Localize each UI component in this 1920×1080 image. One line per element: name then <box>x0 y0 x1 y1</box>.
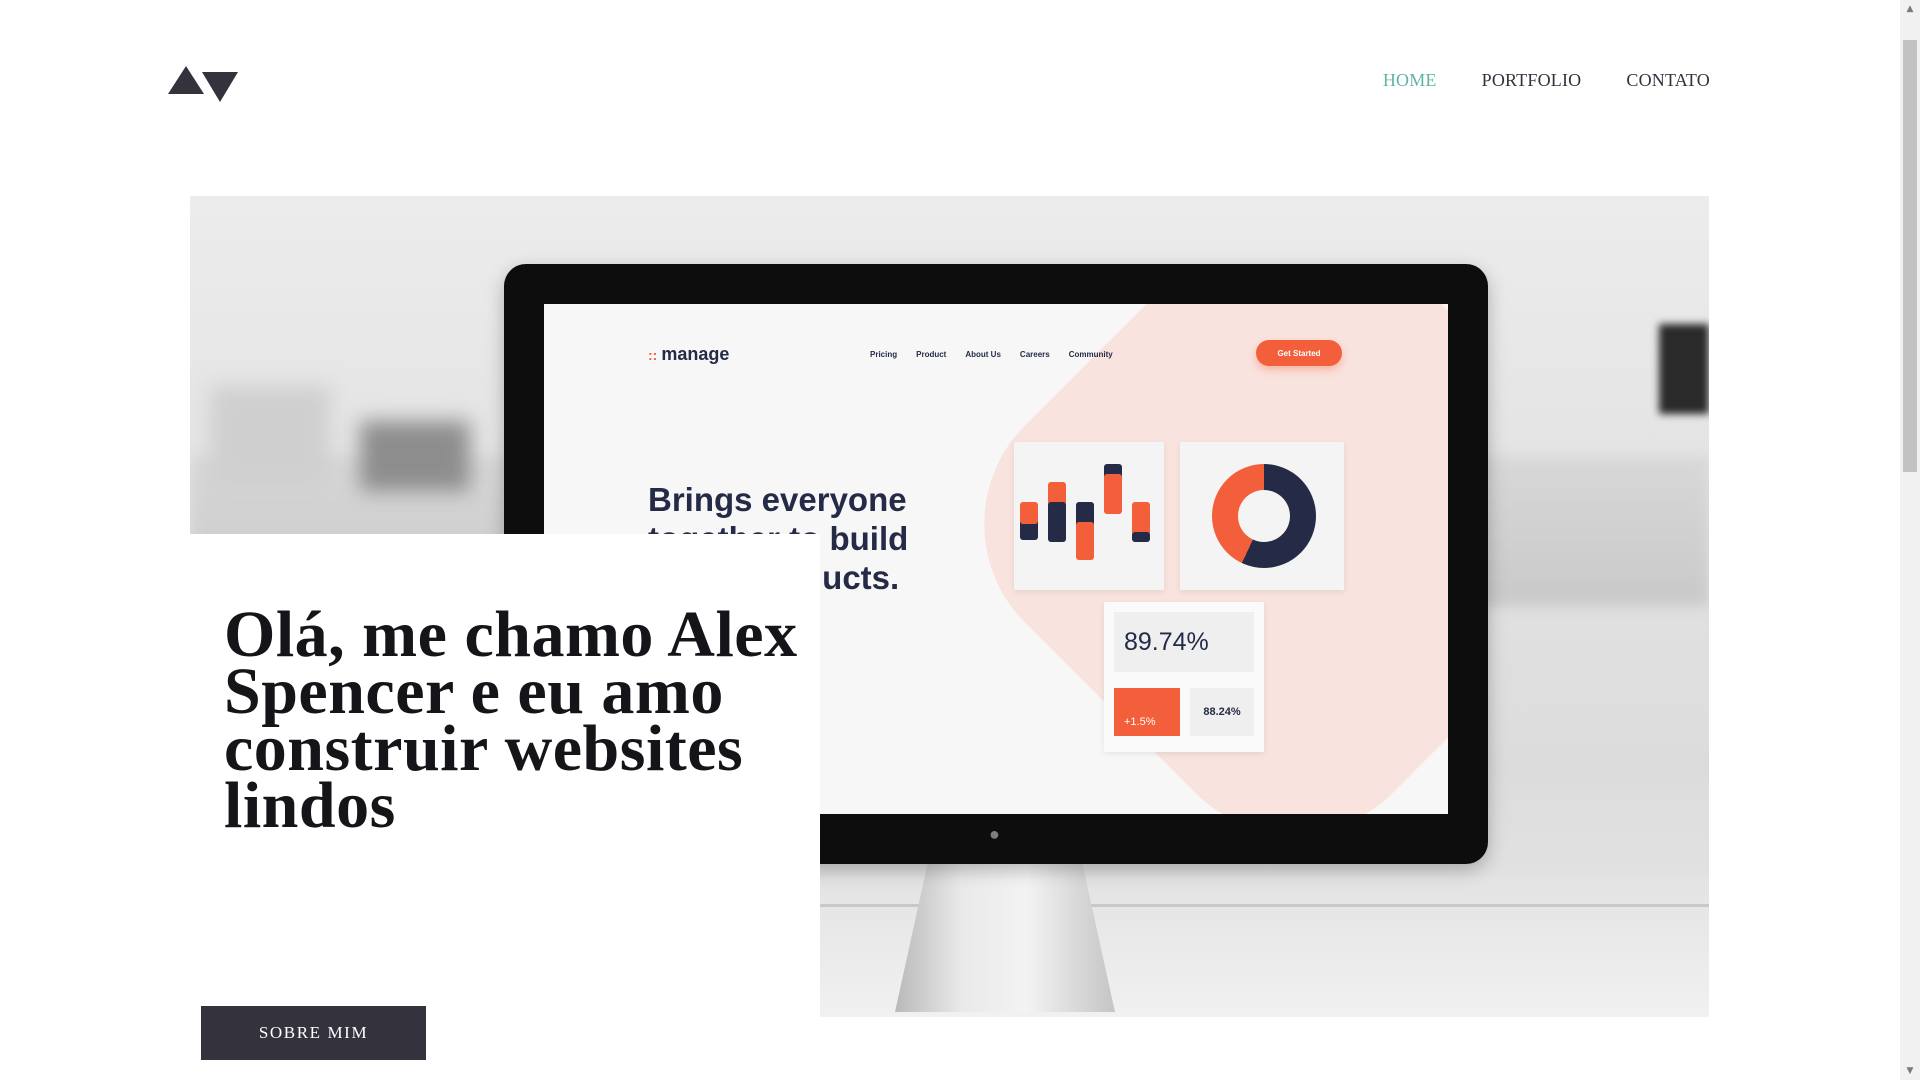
mockup-bar <box>1132 532 1150 542</box>
mockup-donut <box>1212 464 1316 568</box>
nav-home[interactable]: HOME <box>1383 70 1437 91</box>
nav-portfolio[interactable]: PORTFOLIO <box>1482 70 1582 91</box>
mockup-bar <box>1076 522 1094 560</box>
scroll-down-arrow-icon[interactable]: ▼ <box>1900 1062 1920 1080</box>
scroll-up-arrow-icon[interactable]: ▲ <box>1900 0 1920 18</box>
hero-title: Olá, me chamo Alex Spencer e eu amo cons… <box>224 598 798 842</box>
mockup-get-started: Get Started <box>1256 340 1342 366</box>
scrollbar-thumb[interactable] <box>1903 40 1917 472</box>
background-object <box>360 421 470 491</box>
mockup-bar <box>1020 502 1038 524</box>
mockup-nav: Pricing Product About Us Careers Communi… <box>870 350 1113 359</box>
mockup-bar-card <box>1014 442 1164 590</box>
mockup-nav-item: Product <box>916 350 947 359</box>
background-object <box>210 386 330 486</box>
mockup-stats-card: 89.74% +1.5% 88.24% <box>1104 602 1264 752</box>
sobre-mim-button[interactable]: SOBRE MIM <box>201 1006 426 1060</box>
mockup-stat-up: +1.5% <box>1114 688 1180 736</box>
monitor-stand <box>895 862 1115 1012</box>
mockup-bar <box>1132 502 1150 536</box>
mockup-stat-big: 89.74% <box>1114 612 1254 672</box>
mockup-logo: :: manage <box>648 344 730 364</box>
background-object <box>1659 324 1709 414</box>
mockup-nav-item: Pricing <box>870 350 898 359</box>
mockup-stat-other: 88.24% <box>1190 688 1254 736</box>
mockup-bar <box>1048 502 1066 542</box>
main-nav: HOME PORTFOLIO CONTATO <box>1383 70 1710 91</box>
mockup-nav-item: Community <box>1068 350 1113 359</box>
nav-contato[interactable]: CONTATO <box>1626 70 1710 91</box>
apple-icon: ● <box>989 824 1000 844</box>
intro-panel: Olá, me chamo Alex Spencer e eu amo cons… <box>190 534 820 1080</box>
mockup-nav-item: Careers <box>1019 350 1050 359</box>
mockup-nav-item: About Us <box>965 350 1001 359</box>
mockup-donut-card <box>1180 442 1344 590</box>
page-scrollbar[interactable]: ▲ ▼ <box>1900 0 1920 1080</box>
logo-icon[interactable] <box>168 64 238 102</box>
mockup-bar <box>1104 474 1122 514</box>
